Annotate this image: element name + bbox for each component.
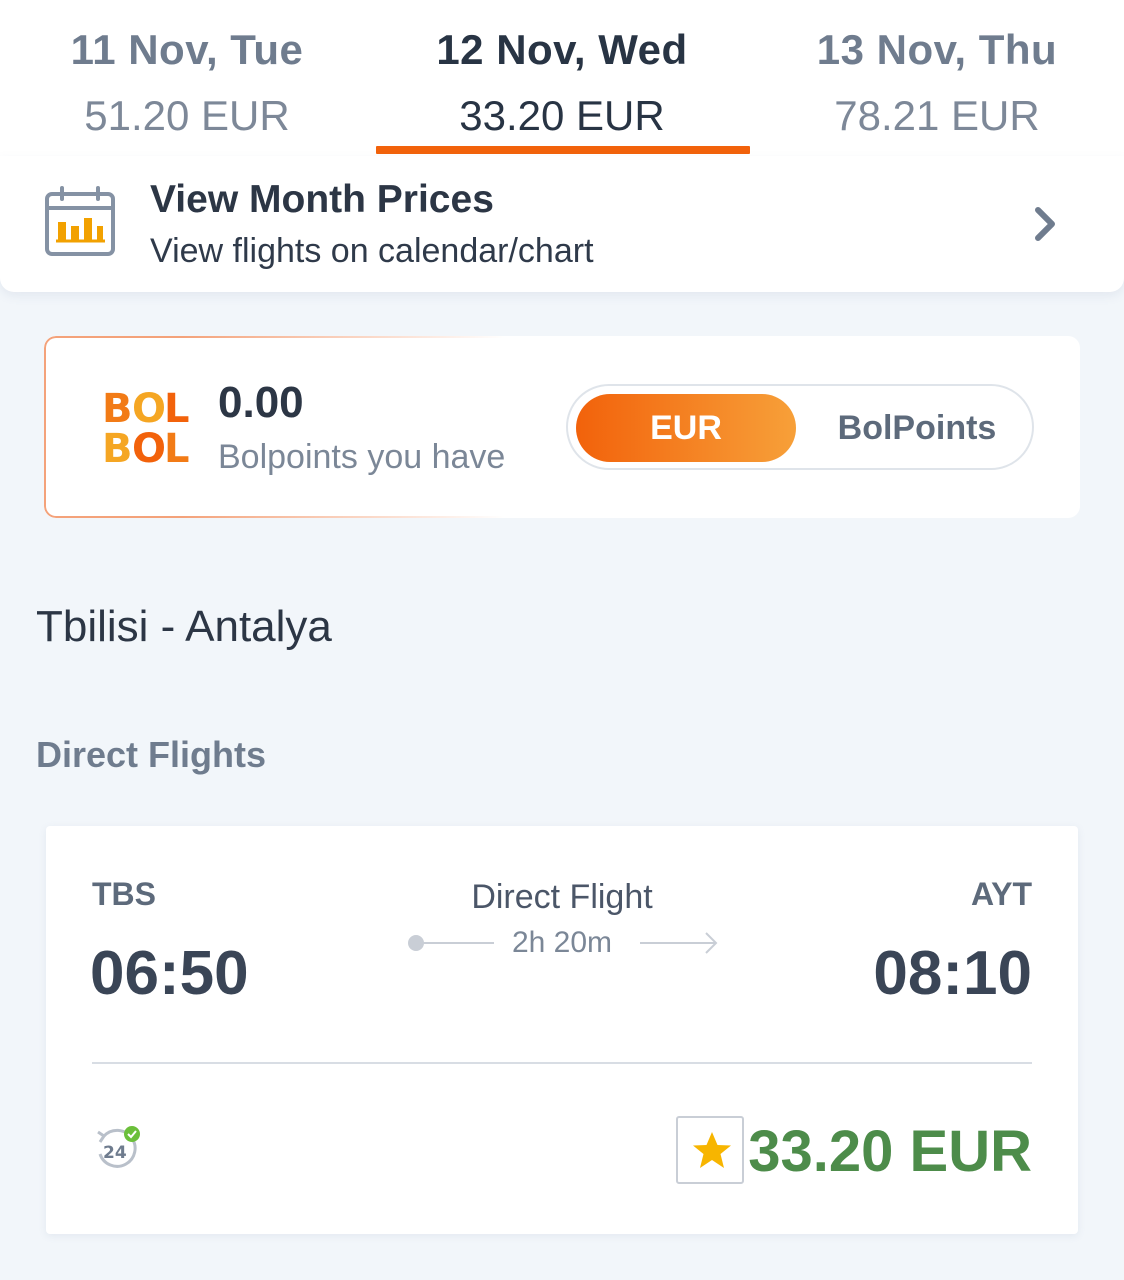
svg-text:L: L [164, 426, 190, 472]
currency-toggle: EUR BolPoints [566, 384, 1034, 470]
svg-text:B: B [102, 426, 133, 472]
flight-card[interactable]: TBS AYT 06:50 08:10 Direct Flight 2h 20m… [46, 826, 1078, 1234]
chevron-right-icon [1035, 207, 1055, 241]
toggle-bolpoints-option[interactable]: BolPoints [808, 394, 1026, 462]
month-prices-title: View Month Prices [150, 178, 494, 221]
route-title: Tbilisi - Antalya [36, 602, 332, 651]
date-tab-label: 12 Nov, Wed [436, 26, 688, 73]
date-selector: 11 Nov, Tue 51.20 EUR 12 Nov, Wed 33.20 … [0, 0, 1124, 156]
support-badge-text: 24 [103, 1143, 127, 1163]
bolpoints-card: B O L B O L 0.00 Bolpoints you have EUR … [44, 336, 1080, 518]
toggle-eur-option[interactable]: EUR [576, 394, 796, 462]
section-title: Direct Flights [36, 734, 267, 775]
bolpoints-amount: 0.00 [218, 378, 304, 427]
bolbol-logo: B O L B O L [102, 386, 190, 472]
flight-price: 33.20 EUR [748, 1119, 1032, 1184]
date-tab-13-nov[interactable]: 13 Nov, Thu 78.21 EUR [750, 0, 1124, 156]
date-tab-label: 13 Nov, Thu [816, 26, 1058, 73]
date-tab-price: 78.21 EUR [834, 92, 1040, 139]
svg-text:O: O [132, 426, 166, 472]
date-tab-price: 51.20 EUR [84, 92, 290, 139]
date-tab-11-nov[interactable]: 11 Nov, Tue 51.20 EUR [0, 0, 374, 156]
month-prices-subtitle: View flights on calendar/chart [150, 232, 594, 270]
bolpoints-subtitle: Bolpoints you have [218, 438, 506, 476]
support-24-icon: 24 [97, 1126, 140, 1168]
date-tab-label: 11 Nov, Tue [70, 26, 304, 73]
flight-duration: 2h 20m [511, 926, 613, 959]
flight-type: Direct Flight [471, 878, 653, 916]
calendar-chart-icon [45, 186, 115, 256]
date-tab-price: 33.20 EUR [459, 92, 665, 139]
star-icon [693, 1132, 731, 1168]
view-month-prices-button[interactable]: View Month Prices View flights on calend… [0, 156, 1124, 292]
active-tab-indicator [376, 146, 750, 154]
date-tab-12-nov[interactable]: 12 Nov, Wed 33.20 EUR [375, 0, 750, 156]
divider [92, 1062, 1032, 1064]
featured-star-badge [676, 1116, 744, 1184]
